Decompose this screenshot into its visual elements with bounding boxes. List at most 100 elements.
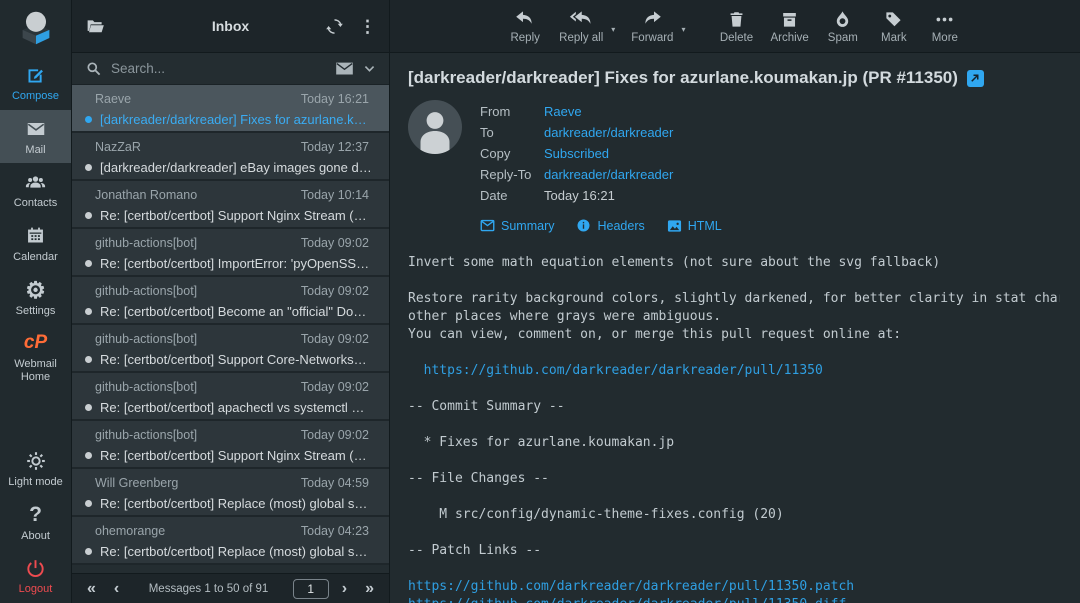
forward-caret-icon[interactable]: ▾ [681, 25, 685, 34]
trash-icon [727, 10, 746, 29]
info-circle-icon [576, 218, 591, 233]
contacts-icon [24, 171, 47, 193]
message-sender: github-actions[bot] [95, 428, 197, 442]
message-date: Today 09:02 [301, 236, 369, 250]
sidebar-item-label: Calendar [13, 251, 58, 264]
message-date: Today 09:02 [301, 428, 369, 442]
delete-button[interactable]: Delete [713, 0, 759, 52]
roundcube-logo[interactable] [0, 0, 71, 56]
sidebar-item-about[interactable]: ? About [0, 496, 71, 550]
message-headers: From Raeve To darkreader/darkreader Copy… [408, 100, 1060, 206]
sidebar-item-mail[interactable]: Mail [0, 110, 71, 164]
search-scope-envelope-icon[interactable] [335, 61, 354, 76]
body-line[interactable]: https://github.com/darkreader/darkreader… [408, 578, 1060, 596]
message-subject: Re: [certbot/certbot] Support Core-Netwo… [100, 352, 377, 367]
message-row[interactable]: github-actions[bot] Today 09:02 Re: [cer… [72, 373, 389, 421]
message-row[interactable]: github-actions[bot] Today 09:02 Re: [cer… [72, 229, 389, 277]
message-row[interactable]: github-actions[bot] Today 09:02 Re: [cer… [72, 421, 389, 469]
sidebar-item-webmail-home[interactable]: cP Webmail Home [0, 324, 71, 390]
copy-link[interactable]: Subscribed [544, 146, 609, 161]
external-link-icon[interactable] [967, 70, 984, 87]
webmail-app: Compose Mail Contacts [0, 0, 1080, 603]
archive-icon [780, 10, 799, 29]
body-line[interactable]: https://github.com/darkreader/darkreader… [408, 362, 1060, 380]
sidebar-item-light-mode[interactable]: Light mode [0, 442, 71, 496]
last-page-icon[interactable]: » [360, 581, 379, 597]
tab-html[interactable]: HTML [667, 218, 722, 233]
message-content: [darkreader/darkreader] Fixes for azurla… [390, 53, 1080, 603]
message-row[interactable]: ohemorange Today 04:23 Re: [certbot/cert… [72, 517, 389, 565]
tab-summary[interactable]: Summary [480, 218, 554, 233]
search-input[interactable] [111, 61, 326, 76]
message-date: Today 09:02 [301, 284, 369, 298]
header-field-copy: Copy Subscribed [480, 143, 673, 164]
to-link[interactable]: darkreader/darkreader [544, 125, 673, 140]
sidebar: Compose Mail Contacts [0, 0, 72, 603]
tab-headers[interactable]: Headers [576, 218, 644, 233]
more-button[interactable]: More [922, 0, 968, 52]
sidebar-item-compose[interactable]: Compose [0, 56, 71, 110]
body-line: You can view, comment on, or merge this … [408, 326, 1060, 344]
forward-button[interactable]: Forward ▾ [625, 0, 679, 52]
archive-button[interactable]: Archive [764, 0, 814, 52]
unread-dot [85, 260, 92, 267]
message-part-tabs: Summary Headers [480, 218, 1060, 233]
from-link[interactable]: Raeve [544, 104, 582, 119]
search-options-chevron-icon[interactable] [363, 62, 376, 75]
header-field-reply-to: Reply-To darkreader/darkreader [480, 164, 673, 185]
message-subject: Re: [certbot/certbot] Replace (most) glo… [100, 544, 377, 559]
list-header: Inbox ⋮ [72, 0, 389, 53]
body-line: -- Patch Links -- [408, 542, 1060, 560]
body-line [408, 524, 1060, 542]
message-sender: github-actions[bot] [95, 236, 197, 250]
more-dots-icon [934, 10, 955, 29]
body-line: M src/config/dynamic-theme-fixes.config … [408, 506, 1060, 524]
message-row[interactable]: Will Greenberg Today 04:59 Re: [certbot/… [72, 469, 389, 517]
power-icon [25, 557, 46, 579]
message-row[interactable]: Jonathan Romano Today 10:14 Re: [certbot… [72, 181, 389, 229]
message-list: Raeve Today 16:21 [darkreader/darkreader… [72, 85, 389, 573]
message-subject: Re: [certbot/certbot] Become an "officia… [100, 304, 377, 319]
body-line: -- File Changes -- [408, 470, 1060, 488]
sidebar-item-label: About [21, 530, 50, 543]
reply-button[interactable]: Reply [502, 0, 548, 52]
cpanel-icon: cP [24, 332, 47, 354]
sidebar-item-logout[interactable]: Logout [0, 549, 71, 603]
message-row[interactable]: Raeve Today 16:21 [darkreader/darkreader… [72, 85, 389, 133]
kebab-menu-icon[interactable]: ⋮ [359, 18, 376, 35]
message-row[interactable]: github-actions[bot] Today 09:02 Re: [cer… [72, 325, 389, 373]
sidebar-item-label: Contacts [14, 197, 57, 210]
unread-dot [85, 356, 92, 363]
message-row[interactable]: github-actions[bot] Today 09:02 Re: [cer… [72, 277, 389, 325]
message-date: Today 10:14 [301, 188, 369, 202]
date-value: Today 16:21 [544, 188, 615, 203]
sidebar-item-contacts[interactable]: Contacts [0, 163, 71, 217]
reply-to-link[interactable]: darkreader/darkreader [544, 167, 673, 182]
reply-all-caret-icon[interactable]: ▾ [611, 25, 615, 34]
body-line [408, 380, 1060, 398]
spam-flame-icon-button[interactable]: Spam [820, 0, 866, 52]
body-line[interactable]: https://github.com/darkreader/darkreader… [408, 596, 1060, 603]
sun-icon [25, 450, 47, 472]
message-row[interactable]: NazZaR Today 12:37 [darkreader/darkreade… [72, 133, 389, 181]
sidebar-item-calendar[interactable]: Calendar [0, 217, 71, 271]
message-date: Today 04:23 [301, 524, 369, 538]
sidebar-item-settings[interactable]: ⚙ Settings [0, 271, 71, 325]
message-subject: [darkreader/darkreader] Fixes for azurla… [100, 112, 377, 127]
mark-button[interactable]: Mark [871, 0, 917, 52]
search-icon[interactable] [85, 60, 102, 77]
unread-dot [85, 452, 92, 459]
next-page-icon[interactable]: › [337, 581, 352, 597]
message-subject: Re: [certbot/certbot] Support Nginx Stre… [100, 448, 377, 463]
folder-icon[interactable] [85, 16, 106, 37]
page-number-input[interactable] [293, 579, 329, 599]
header-fields: From Raeve To darkreader/darkreader Copy… [480, 100, 673, 206]
sidebar-item-label: Logout [19, 583, 53, 596]
body-line: -- Commit Summary -- [408, 398, 1060, 416]
flame-icon [833, 10, 852, 29]
sidebar-spacer [0, 390, 71, 442]
first-page-icon[interactable]: « [82, 581, 101, 597]
reply-all-button[interactable]: Reply all ▾ [553, 0, 609, 52]
prev-page-icon[interactable]: ‹ [109, 581, 124, 597]
refresh-icon[interactable] [325, 17, 344, 36]
